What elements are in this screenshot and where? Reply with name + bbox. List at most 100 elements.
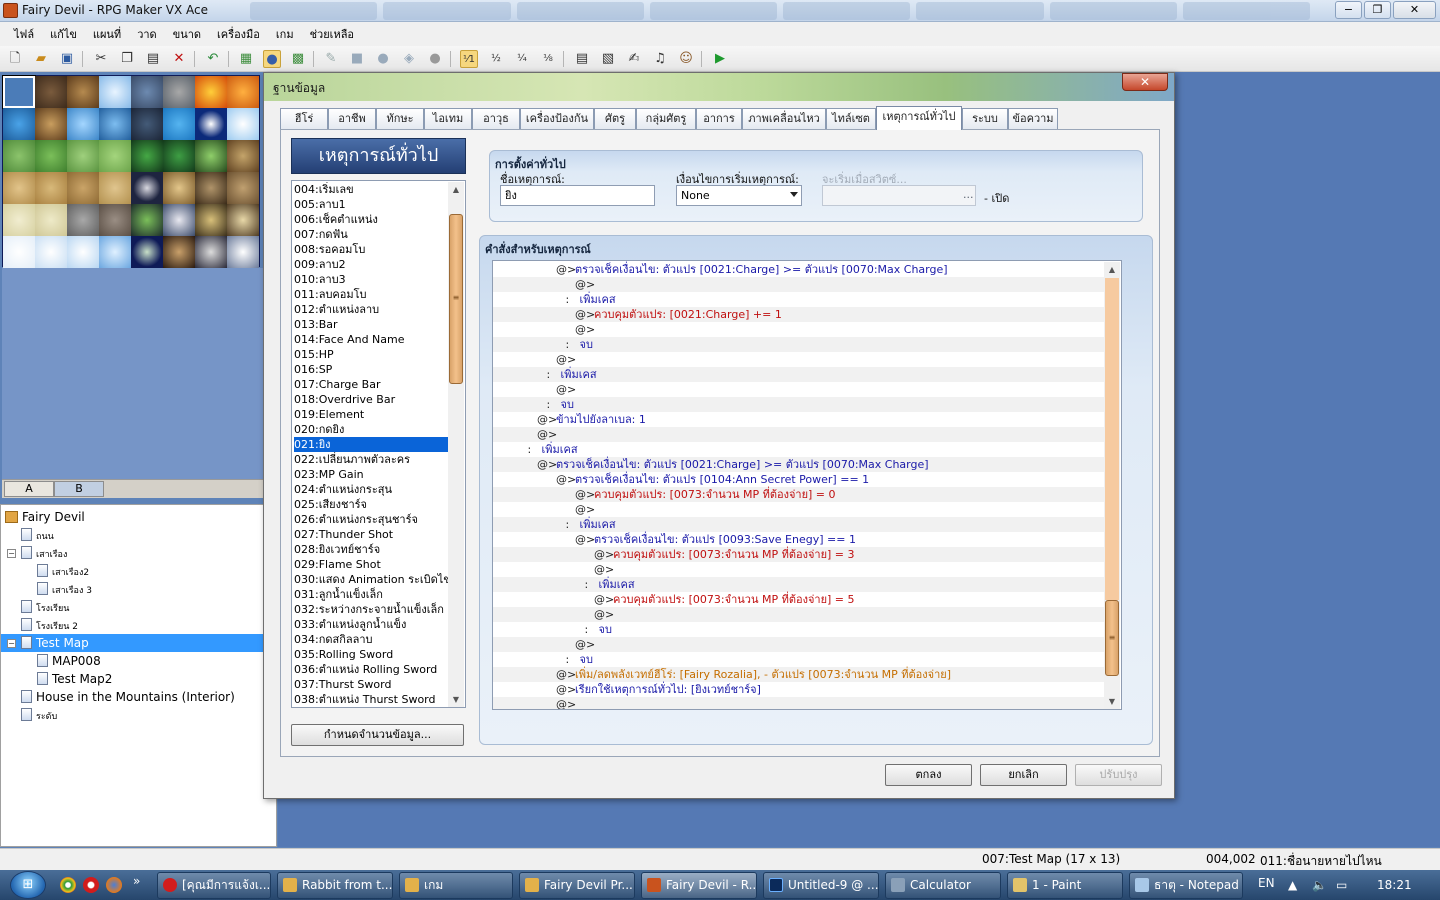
common-event-item[interactable]: 017:Charge Bar xyxy=(294,377,448,392)
event-command-line[interactable]: @> xyxy=(493,352,1105,367)
common-event-item[interactable]: 031:ลูกน้ำแข็งเล็ก xyxy=(294,587,448,602)
event-command-line[interactable]: @> ข้ามไปยังลาเบล: 1 xyxy=(493,412,1105,427)
tile-selected[interactable] xyxy=(2,75,36,109)
map-tree-project[interactable]: Fairy Devil xyxy=(5,508,85,526)
map-tree-item-selected[interactable]: Test Map xyxy=(1,634,267,652)
scroll-thumb[interactable]: ≡ xyxy=(1105,600,1119,676)
menu-tools[interactable]: เครื่องมือ xyxy=(209,25,268,43)
command-list-scrollbar[interactable]: ▲ ≡ ▼ xyxy=(1104,262,1120,709)
taskbar-button[interactable]: [คุณมีการแจ้งเ... xyxy=(157,872,271,899)
trigger-select[interactable]: None xyxy=(676,185,802,206)
common-event-item-selected[interactable]: 021:ยิง xyxy=(294,437,448,452)
tab-skills[interactable]: ทักษะ xyxy=(376,108,424,130)
event-list-scrollbar[interactable]: ▲ ≡ ▼ xyxy=(448,182,464,707)
tab-common-events[interactable]: เหตุการณ์ทั่วไป xyxy=(876,106,962,130)
dialog-close-button[interactable]: ✕ xyxy=(1122,73,1168,91)
event-command-line[interactable]: @> เพิ่ม/ลดพลังเวทย์ฮีโร่: [Fairy Rozalia… xyxy=(493,667,1105,682)
zoom-1-8-icon[interactable]: ⅛ xyxy=(539,50,557,68)
event-command-line[interactable]: @> xyxy=(493,637,1105,652)
common-event-item[interactable]: 035:Rolling Sword xyxy=(294,647,448,662)
taskbar-button[interactable]: เกม xyxy=(399,872,513,899)
new-icon[interactable]: 🗋 xyxy=(6,50,24,68)
common-event-item[interactable]: 016:SP xyxy=(294,362,448,377)
scroll-up-arrow-icon[interactable]: ▲ xyxy=(1104,262,1120,278)
common-event-list[interactable]: 004:เริ่มเลข 005:ลาบ1 006:เช็คตำแหน่ง 007:ก… xyxy=(291,180,466,708)
collapse-expander[interactable]: − xyxy=(7,544,17,562)
common-event-item[interactable]: 022:เปลี่ยนภาพตัวละคร xyxy=(294,452,448,467)
tab-items[interactable]: ไอเทม xyxy=(424,108,472,130)
event-command-line[interactable]: @> เรียกใช้เหตุการณ์ทั่วไป: [ยิงเวทย์ชาร์… xyxy=(493,682,1105,697)
palette-tab-b[interactable]: B xyxy=(54,481,104,497)
taskbar-button[interactable]: Untitled-9 @ ... xyxy=(763,872,879,899)
common-event-item[interactable]: 034:กดสกิลลาบ xyxy=(294,632,448,647)
common-event-item[interactable]: 015:HP xyxy=(294,347,448,362)
change-maximum-button[interactable]: กำหนดจำนวนข้อมูล... xyxy=(291,724,464,746)
menu-file[interactable]: ไฟล์ xyxy=(6,25,42,43)
common-event-item[interactable]: 018:Overdrive Bar xyxy=(294,392,448,407)
common-event-item[interactable]: 028:ยิงเวทย์ชาร์จ xyxy=(294,542,448,557)
tab-troops[interactable]: กลุ่มศัตรู xyxy=(636,108,696,130)
region-layer-icon[interactable]: ▩ xyxy=(289,50,307,68)
taskbar-button[interactable]: ธาตุ - Notepad xyxy=(1129,872,1243,899)
common-event-item[interactable]: 020:กดยิง xyxy=(294,422,448,437)
ellipse-icon[interactable]: ● xyxy=(374,50,392,68)
event-command-line[interactable]: : จบ xyxy=(493,397,1105,412)
common-event-item[interactable]: 036:ตำแหน่ง Rolling Sword xyxy=(294,662,448,677)
common-event-item[interactable]: 009:ลาบ2 xyxy=(294,257,448,272)
map-tree-item[interactable]: โรงเรียน xyxy=(21,598,69,616)
open-icon[interactable]: ▰ xyxy=(32,50,50,68)
character-generator-icon[interactable]: ☺ xyxy=(677,50,695,68)
menu-edit[interactable]: แก้ไข xyxy=(42,25,85,43)
tab-weapons[interactable]: อาวุธ xyxy=(472,108,520,130)
event-command-line[interactable]: @> xyxy=(493,562,1105,577)
apply-button[interactable]: ปรับปรุง xyxy=(1075,764,1162,786)
collapse-expander[interactable]: − xyxy=(7,634,17,652)
scroll-down-arrow-icon[interactable]: ▼ xyxy=(1104,694,1120,709)
menu-scale[interactable]: ขนาด xyxy=(165,25,209,43)
script-editor-icon[interactable]: ✍ xyxy=(625,50,643,68)
event-command-line[interactable]: @> ตรวจเช็คเงื่อนไข: ตัวแปร [0093:Save En… xyxy=(493,532,1105,547)
event-command-line[interactable]: @> ควบคุมตัวแปร: [0073:จำนวน MP ที่ต้องจ่… xyxy=(493,487,1105,502)
resource-manager-icon[interactable]: ▧ xyxy=(599,50,617,68)
event-command-line[interactable]: @> ตรวจเช็คเงื่อนไข: ตัวแปร [0021:Charge]… xyxy=(493,457,1105,472)
menu-map[interactable]: แผนที่ xyxy=(85,25,129,43)
zoom-1-4-icon[interactable]: ¼ xyxy=(513,50,531,68)
tab-terms[interactable]: ข้อความ xyxy=(1008,108,1058,130)
zoom-1-2-icon[interactable]: ½ xyxy=(487,50,505,68)
language-indicator[interactable]: EN xyxy=(1258,876,1275,890)
taskbar-button[interactable]: Calculator xyxy=(885,872,1001,899)
copy-icon[interactable]: ❐ xyxy=(118,50,136,68)
common-event-item[interactable]: 033:ตำแหน่งลูกน้ำแข็ง xyxy=(294,617,448,632)
map-tree-item[interactable]: โรงเรียน 2 xyxy=(21,616,78,634)
event-command-line[interactable]: : จบ xyxy=(493,652,1105,667)
map-tree-item[interactable]: เสาเรือง 3 xyxy=(37,580,92,598)
common-event-item[interactable]: 024:ตำแหน่งกระสุน xyxy=(294,482,448,497)
common-event-item[interactable]: 019:Element xyxy=(294,407,448,422)
tab-classes[interactable]: อาชีพ xyxy=(328,108,376,130)
fill-icon[interactable]: ◈ xyxy=(400,50,418,68)
clock[interactable]: 18:21 xyxy=(1377,878,1412,892)
tab-system[interactable]: ระบบ xyxy=(962,108,1008,130)
pencil-icon[interactable]: ✎ xyxy=(322,50,340,68)
restore-button[interactable]: ❐ xyxy=(1364,1,1391,19)
common-event-item[interactable]: 005:ลาบ1 xyxy=(294,197,448,212)
save-icon[interactable]: ▣ xyxy=(58,50,76,68)
common-event-item[interactable]: 011:ลบคอมโบ xyxy=(294,287,448,302)
volume-icon[interactable]: 🔈 xyxy=(1312,878,1327,892)
map-tree-item[interactable]: Test Map2 xyxy=(37,670,112,688)
common-event-item[interactable]: 025:เสียงชาร์จ xyxy=(294,497,448,512)
common-event-item[interactable]: 004:เริ่มเลข xyxy=(294,182,448,197)
map-tree-item[interactable]: เสาเรือง xyxy=(21,544,67,562)
quick-launch-chevron-icon[interactable]: » xyxy=(133,874,140,888)
delete-icon[interactable]: ✕ xyxy=(170,50,188,68)
shadow-pen-icon[interactable]: ● xyxy=(426,50,444,68)
common-event-item[interactable]: 008:รอคอมโบ xyxy=(294,242,448,257)
common-event-item[interactable]: 027:Thunder Shot xyxy=(294,527,448,542)
cancel-button[interactable]: ยกเลิก xyxy=(980,764,1067,786)
tab-animations[interactable]: ภาพเคลื่อนไหว xyxy=(742,108,826,130)
taskbar-button[interactable]: 1 - Paint xyxy=(1007,872,1123,899)
minimize-button[interactable]: − xyxy=(1335,1,1362,19)
taskbar-button[interactable]: Fairy Devil Pr... xyxy=(519,872,635,899)
palette-tab-a[interactable]: A xyxy=(4,481,54,497)
playtest-icon[interactable]: ▶ xyxy=(711,50,729,68)
